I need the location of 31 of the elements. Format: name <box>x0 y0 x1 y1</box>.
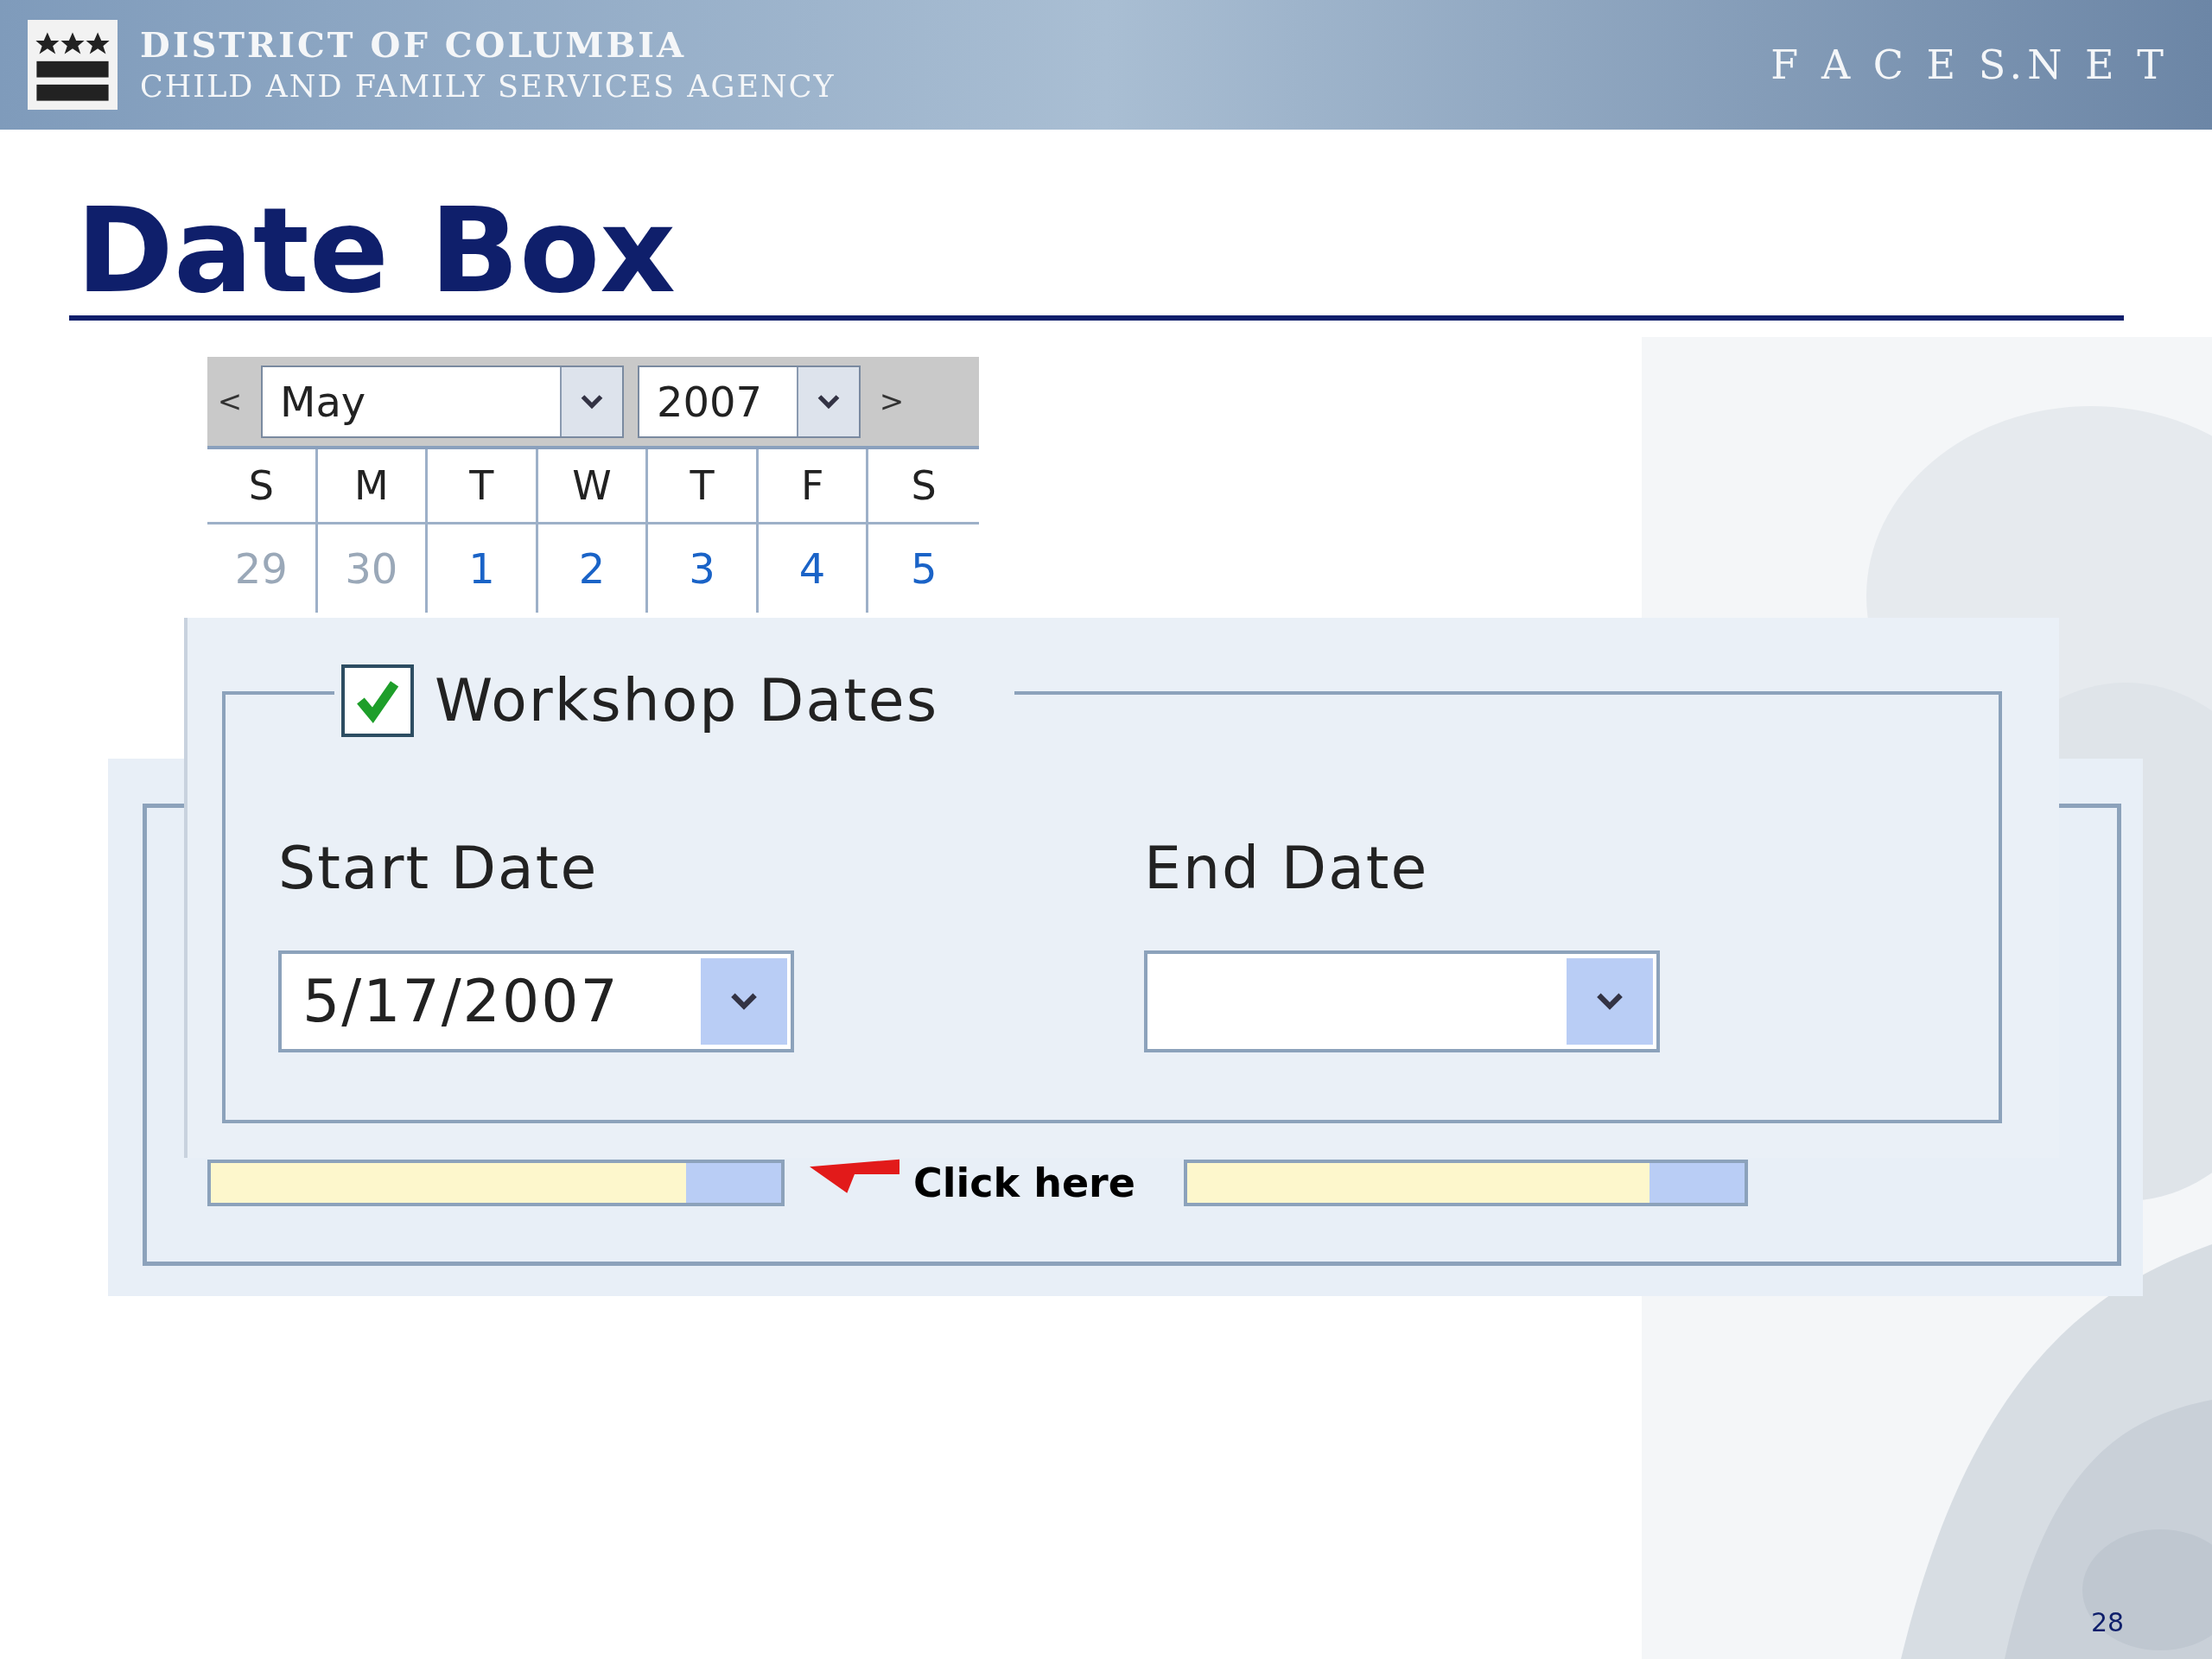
page-number: 28 <box>2091 1606 2125 1639</box>
previous-month-button[interactable]: < <box>213 379 247 423</box>
legend-label: Workshop Dates <box>435 665 940 736</box>
date-field[interactable] <box>1144 950 1660 1052</box>
calendar-day[interactable]: 2 <box>537 524 649 613</box>
weekday-label: S <box>207 449 318 522</box>
weekday-label: S <box>910 461 938 511</box>
checkbox[interactable] <box>341 664 414 737</box>
product-name: F A C E S.N E T <box>1770 40 2169 90</box>
month-select[interactable]: May <box>261 365 624 438</box>
weekday-label: T <box>428 449 538 522</box>
hint-text: Click here <box>913 1161 1135 1205</box>
field-label: End Date <box>1144 834 1430 903</box>
date-field[interactable] <box>207 1160 785 1206</box>
flag-icon <box>28 20 118 110</box>
calendar-day[interactable]: 4 <box>758 524 869 613</box>
organization-name: DISTRICT OF COLUMBIA <box>140 23 688 67</box>
date-field[interactable] <box>1184 1160 1748 1206</box>
next-month-button[interactable]: > <box>874 379 909 423</box>
weekday-label: F <box>758 449 869 522</box>
calendar-day[interactable]: 3 <box>648 524 759 613</box>
slide-title: Date Box <box>76 186 677 315</box>
date-field[interactable]: 5/17/2007 <box>278 950 794 1052</box>
calendar-day[interactable]: 1 <box>428 524 538 613</box>
weekday-label: T <box>648 449 759 522</box>
agency-name: CHILD AND FAMILY SERVICES AGENCY <box>140 68 836 105</box>
year-select[interactable]: 2007 <box>638 365 861 438</box>
weekday-label: M <box>317 449 429 522</box>
field-label: Start Date <box>278 834 600 903</box>
weekday-label: W <box>537 449 649 522</box>
calendar-day[interactable]: 5 <box>868 524 979 613</box>
